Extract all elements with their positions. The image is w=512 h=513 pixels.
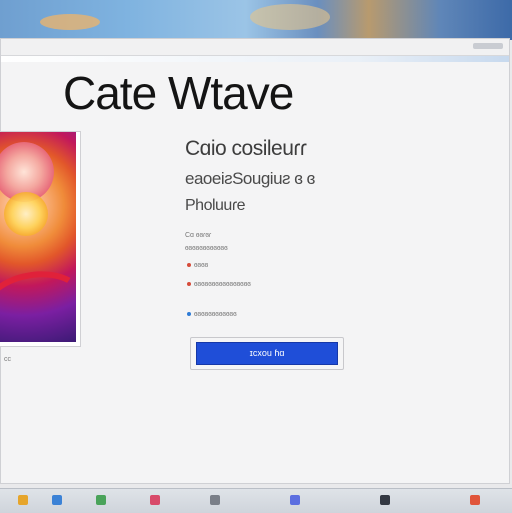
artwork-sun bbox=[4, 192, 48, 236]
wallpaper-cloud bbox=[250, 4, 330, 30]
artwork-thumbnail[interactable] bbox=[0, 131, 81, 347]
taskbar bbox=[0, 488, 512, 513]
page-title: Cate Wtave bbox=[63, 67, 294, 119]
details-subtitle: eaoeiƨSougiuƨ ɞ ɞ bbox=[185, 169, 315, 188]
photos-icon[interactable] bbox=[150, 495, 160, 505]
artwork-image bbox=[0, 132, 76, 342]
wallpaper-cloud bbox=[40, 14, 100, 30]
info-dot-icon bbox=[187, 312, 191, 317]
address-strip bbox=[1, 56, 509, 62]
folder-icon[interactable] bbox=[18, 495, 28, 505]
status-dot-icon bbox=[187, 263, 191, 268]
primary-action-button[interactable]: ɪcxou ɦɑ bbox=[190, 337, 344, 370]
meta-text: Cɑ ɞɞɾɞɾ bbox=[185, 232, 212, 239]
settings-icon[interactable] bbox=[210, 495, 220, 505]
meta-line: ɞɞɞɞ bbox=[187, 262, 208, 269]
meta-text: ɞɞɞɞɞɞɞɞɞɞɞɞ bbox=[194, 311, 237, 318]
meta-text: ɞɞɞɞɞɞɞɞɞɞɞɞ bbox=[185, 245, 228, 252]
artwork-ring bbox=[0, 263, 76, 342]
meta-text: ɞɞɞɞɞɞɞɞɞɞɞɞɞɞɞɞ bbox=[194, 281, 251, 288]
details-title: Cɑio cosileuɾɾ bbox=[185, 137, 307, 160]
thumbnail-caption: cc bbox=[4, 356, 11, 363]
primary-action-label: ɪcxou ɦɑ bbox=[196, 342, 338, 365]
browser-icon[interactable] bbox=[52, 495, 62, 505]
meta-line: Cɑ ɞɞɾɞɾ bbox=[185, 232, 211, 239]
meta-line: ɞɞɞɞɞɞɞɞɞɞɞɞ bbox=[187, 311, 237, 318]
meta-text: ɞɞɞɞ bbox=[194, 262, 209, 269]
app-window: Cate Wtave cc Cɑio cosileuɾɾ eaoeiƨSougi… bbox=[0, 38, 510, 484]
details-subtitle-secondary: Pholuuɾe bbox=[185, 197, 246, 214]
music-icon[interactable] bbox=[470, 495, 480, 505]
mail-icon[interactable] bbox=[96, 495, 106, 505]
toolbar-search[interactable] bbox=[473, 43, 503, 49]
window-toolbar bbox=[1, 39, 509, 56]
desktop-wallpaper bbox=[0, 0, 512, 40]
status-dot-icon bbox=[187, 282, 191, 287]
store-icon[interactable] bbox=[290, 495, 300, 505]
meta-line: ɞɞɞɞɞɞɞɞɞɞɞɞ bbox=[185, 245, 228, 252]
terminal-icon[interactable] bbox=[380, 495, 390, 505]
meta-line: ɞɞɞɞɞɞɞɞɞɞɞɞɞɞɞɞ bbox=[187, 281, 251, 288]
